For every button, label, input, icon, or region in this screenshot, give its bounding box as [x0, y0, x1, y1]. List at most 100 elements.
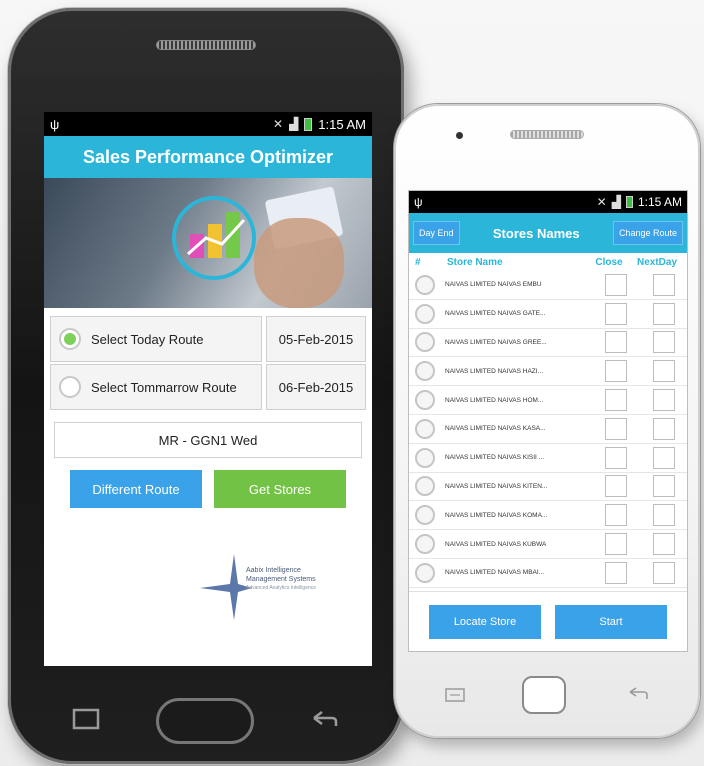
- close-checkbox[interactable]: [605, 273, 627, 296]
- start-button[interactable]: Start: [555, 604, 667, 639]
- route-selection: Select Today Route 05-Feb-2015 Select To…: [50, 316, 366, 410]
- usb-icon: ψ: [414, 195, 423, 209]
- store-name: NAIVAS LIMITED NAIVAS KASA...: [445, 425, 546, 433]
- route-row-tomorrow[interactable]: Select Tommarrow Route 06-Feb-2015: [50, 364, 366, 410]
- route-row-today[interactable]: Select Today Route 05-Feb-2015: [50, 316, 366, 362]
- table-row[interactable]: NAIVAS LIMITED NAIVAS HAZI...: [409, 357, 687, 387]
- table-row[interactable]: NAIVAS LIMITED NAIVAS GATE...: [409, 300, 687, 329]
- logo-line-2: Management Systems: [246, 576, 316, 583]
- nextday-checkbox[interactable]: [653, 446, 675, 469]
- table-row[interactable]: NAIVAS LIMITED NAIVAS EMBU: [409, 271, 687, 300]
- nextday-checkbox[interactable]: [653, 360, 675, 383]
- nextday-checkbox[interactable]: [653, 417, 675, 440]
- close-checkbox[interactable]: [605, 389, 627, 412]
- radio-tomorrow[interactable]: [59, 376, 81, 398]
- nextday-checkbox[interactable]: [653, 331, 675, 354]
- back-icon[interactable]: [626, 684, 650, 704]
- stores-footer: Locate Store Start: [409, 591, 687, 651]
- nextday-checkbox[interactable]: [653, 475, 675, 498]
- store-select-radio[interactable]: [415, 534, 435, 555]
- table-row[interactable]: NAIVAS LIMITED NAIVAS KOMA...: [409, 501, 687, 531]
- status-time: 1:15 AM: [637, 195, 682, 209]
- recent-apps-icon[interactable]: [70, 706, 102, 732]
- nextday-checkbox[interactable]: [653, 533, 675, 556]
- store-select-radio[interactable]: [415, 447, 435, 468]
- close-checkbox[interactable]: [605, 417, 627, 440]
- status-bar: ψ ✕ ▟ 1:15 AM: [409, 191, 687, 213]
- close-checkbox[interactable]: [605, 331, 627, 354]
- store-name: NAIVAS LIMITED NAIVAS KISII ...: [445, 454, 545, 462]
- store-select-radio[interactable]: [415, 562, 435, 583]
- column-close: Close: [595, 256, 623, 268]
- store-name: NAIVAS LIMITED NAIVAS MBAI...: [445, 569, 545, 577]
- close-checkbox[interactable]: [605, 360, 627, 383]
- signal-icon: ▟: [289, 117, 299, 131]
- close-checkbox[interactable]: [605, 302, 627, 325]
- get-stores-button[interactable]: Get Stores: [214, 470, 346, 508]
- home-button[interactable]: [522, 676, 566, 714]
- nextday-checkbox[interactable]: [653, 273, 675, 296]
- close-checkbox[interactable]: [605, 475, 627, 498]
- day-end-button[interactable]: Day End: [413, 221, 460, 245]
- radio-today[interactable]: [59, 328, 81, 350]
- store-select-radio[interactable]: [415, 361, 435, 382]
- store-name: NAIVAS LIMITED NAIVAS GREE...: [445, 338, 547, 346]
- store-name: NAIVAS LIMITED NAIVAS EMBU: [445, 281, 542, 289]
- locate-store-button[interactable]: Locate Store: [429, 604, 541, 639]
- star-logo-icon: [200, 554, 252, 620]
- nextday-checkbox[interactable]: [653, 561, 675, 584]
- store-name: NAIVAS LIMITED NAIVAS KITEN...: [445, 482, 548, 490]
- store-select-radio[interactable]: [415, 505, 435, 526]
- chart-logo-icon: [172, 196, 256, 280]
- table-row[interactable]: NAIVAS LIMITED NAIVAS GREE...: [409, 329, 687, 358]
- route-option-today[interactable]: Select Today Route: [50, 316, 262, 362]
- phone-white: ψ ✕ ▟ 1:15 AM Day End Stores Names Chang…: [394, 104, 700, 738]
- store-select-radio[interactable]: [415, 390, 435, 411]
- nextday-checkbox[interactable]: [653, 504, 675, 527]
- table-row[interactable]: NAIVAS LIMITED NAIVAS MBAI...: [409, 559, 687, 588]
- mute-icon: ✕: [273, 117, 284, 131]
- app-showcase: ψ ✕ ▟ 1:15 AM Sales Performance Optimize…: [0, 0, 704, 766]
- home-button[interactable]: [156, 698, 254, 744]
- close-checkbox[interactable]: [605, 533, 627, 556]
- close-checkbox[interactable]: [605, 446, 627, 469]
- close-checkbox[interactable]: [605, 504, 627, 527]
- route-label-tomorrow: Select Tommarrow Route: [91, 379, 237, 395]
- store-select-radio[interactable]: [415, 332, 435, 353]
- battery-icon: [304, 117, 313, 131]
- close-checkbox[interactable]: [605, 561, 627, 584]
- trend-line-icon: [187, 218, 246, 256]
- front-camera: [456, 132, 463, 139]
- table-row[interactable]: NAIVAS LIMITED NAIVAS KISII ...: [409, 444, 687, 473]
- status-time: 1:15 AM: [318, 116, 366, 132]
- table-row[interactable]: NAIVAS LIMITED NAIVAS HOM...: [409, 386, 687, 415]
- back-icon[interactable]: [308, 706, 340, 732]
- nextday-checkbox[interactable]: [653, 389, 675, 412]
- logo-line-1: Aabix Intelligence: [246, 567, 301, 574]
- route-label-today: Select Today Route: [91, 331, 204, 347]
- earpiece-speaker: [156, 40, 256, 50]
- change-route-button[interactable]: Change Route: [612, 221, 683, 245]
- nextday-checkbox[interactable]: [653, 302, 675, 325]
- store-select-radio[interactable]: [415, 418, 435, 439]
- table-row[interactable]: NAIVAS LIMITED NAIVAS KUBWA: [409, 530, 687, 559]
- battery-icon: [625, 196, 633, 208]
- phone-black: ψ ✕ ▟ 1:15 AM Sales Performance Optimize…: [8, 8, 404, 764]
- route-date-tomorrow: 06-Feb-2015: [266, 364, 366, 410]
- menu-icon[interactable]: [444, 686, 466, 704]
- route-option-tomorrow[interactable]: Select Tommarrow Route: [50, 364, 262, 410]
- different-route-button[interactable]: Different Route: [70, 470, 202, 508]
- store-name: NAIVAS LIMITED NAIVAS HAZI...: [445, 367, 544, 375]
- store-select-radio[interactable]: [415, 476, 435, 497]
- store-name: NAIVAS LIMITED NAIVAS HOM...: [445, 396, 544, 404]
- hand-illustration: [254, 218, 344, 308]
- store-name: NAIVAS LIMITED NAIVAS GATE...: [445, 310, 546, 318]
- logo-line-3: Advanced Analytics Intelligence: [246, 585, 317, 591]
- store-name: NAIVAS LIMITED NAIVAS KOMA...: [445, 511, 548, 519]
- store-select-radio[interactable]: [415, 274, 435, 295]
- store-select-radio[interactable]: [415, 303, 435, 324]
- mute-icon: ✕: [596, 195, 607, 209]
- table-row[interactable]: NAIVAS LIMITED NAIVAS KITEN...: [409, 473, 687, 502]
- earpiece-speaker: [510, 130, 584, 139]
- table-row[interactable]: NAIVAS LIMITED NAIVAS KASA...: [409, 415, 687, 444]
